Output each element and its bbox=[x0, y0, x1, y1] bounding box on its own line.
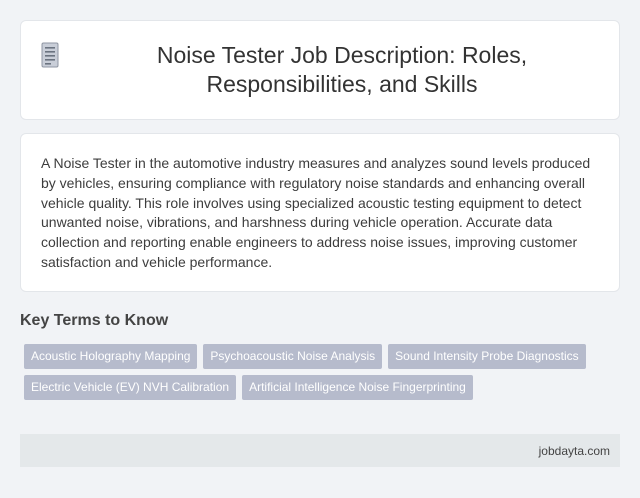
footer: jobdayta.com bbox=[20, 434, 620, 467]
tag-ai-noise[interactable]: Artificial Intelligence Noise Fingerprin… bbox=[242, 375, 473, 400]
footer-site-link[interactable]: jobdayta.com bbox=[539, 444, 610, 458]
key-terms-heading: Key Terms to Know bbox=[20, 312, 169, 329]
tag-ev-nvh[interactable]: Electric Vehicle (EV) NVH Calibration bbox=[24, 375, 237, 400]
tag-psychoacoustic[interactable]: Psychoacoustic Noise Analysis bbox=[203, 344, 383, 369]
description-text: A Noise Tester in the automotive industr… bbox=[41, 155, 591, 270]
page-title: Noise Tester Job Description: Roles, Res… bbox=[156, 42, 528, 97]
document-icon bbox=[41, 42, 59, 68]
tag-sound-intensity[interactable]: Sound Intensity Probe Diagnostics bbox=[388, 344, 586, 369]
description-card: A Noise Tester in the automotive industr… bbox=[20, 133, 620, 292]
tag-acoustic-holography[interactable]: Acoustic Holography Mapping bbox=[24, 344, 198, 369]
title-row: Noise Tester Job Description: Roles, Res… bbox=[40, 41, 600, 99]
title-card: Noise Tester Job Description: Roles, Res… bbox=[20, 20, 620, 120]
key-terms-tags: Acoustic Holography Mapping Psychoacoust… bbox=[24, 344, 624, 400]
